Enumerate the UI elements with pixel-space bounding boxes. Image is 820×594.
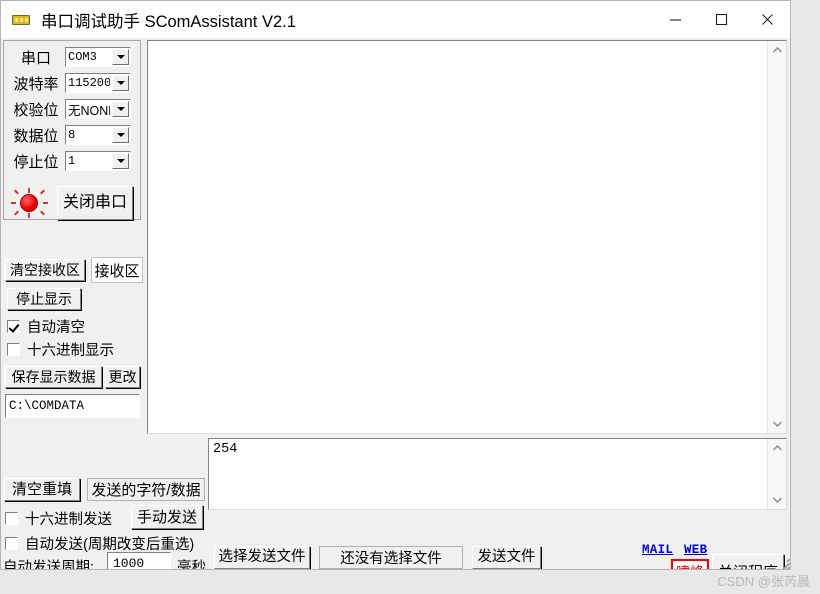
hex-send-label: 十六进制发送 (25, 512, 112, 528)
receive-textarea-content (148, 41, 766, 433)
window-title: 串口调试助手 SComAssistant V2.1 (41, 12, 296, 31)
setting-row-stopbits: 停止位 1 (7, 149, 137, 173)
stopbits-combo-value: 1 (68, 154, 76, 168)
hex-send-checkbox-row[interactable]: 十六进制发送 (5, 508, 112, 529)
clear-receive-button[interactable]: 清空接收区 (5, 259, 85, 281)
stop-display-button[interactable]: 停止显示 (7, 288, 81, 310)
port-combo-value: COM3 (68, 50, 97, 64)
databits-combo[interactable]: 8 (65, 125, 131, 145)
chevron-down-icon[interactable] (112, 49, 129, 65)
auto-clear-checkbox[interactable] (7, 320, 20, 333)
hex-send-checkbox[interactable] (5, 512, 18, 525)
chevron-down-icon[interactable] (112, 153, 129, 169)
parity-label: 校验位 (13, 101, 59, 119)
scroll-up-icon[interactable] (768, 41, 786, 59)
save-display-data-button[interactable]: 保存显示数据 (5, 366, 102, 388)
scroll-down-icon[interactable] (768, 491, 786, 509)
clear-refill-button[interactable]: 清空重填 (4, 478, 80, 501)
baudrate-label: 波特率 (13, 75, 59, 93)
send-chars-label: 发送的字符/数据 (87, 478, 205, 501)
window-controls (652, 1, 790, 38)
scroll-down-icon[interactable] (768, 415, 786, 433)
parity-combo[interactable]: 无NONE (65, 99, 131, 119)
port-combo[interactable]: COM3 (65, 47, 131, 67)
scom-assistant-window: 串口调试助手 SComAssistant V2.1 串口 COM3 波特率 11… (0, 0, 791, 570)
setting-row-port: 串口 COM3 (7, 45, 137, 69)
port-label: 串口 (20, 49, 51, 67)
open-close-port-button[interactable]: 关闭串口 (57, 186, 133, 220)
scroll-up-icon[interactable] (768, 439, 786, 457)
setting-row-databits: 数据位 8 (7, 123, 137, 147)
receive-scrollbar[interactable] (767, 41, 786, 433)
hex-display-checkbox-row[interactable]: 十六进制显示 (7, 339, 114, 360)
maximize-icon[interactable] (698, 1, 744, 38)
stopbits-label: 停止位 (13, 153, 59, 171)
parity-combo-value: 无NONE (68, 103, 110, 118)
status-bar: STATUS: COM3 OPENED, RX:0 TX:6 Counter R… (1, 538, 790, 569)
chevron-down-icon[interactable] (112, 75, 129, 91)
chevron-down-icon[interactable] (112, 101, 129, 117)
baudrate-combo[interactable]: 115200 (65, 73, 131, 93)
client-area: 串口 COM3 波特率 115200 校验位 无NONE (1, 38, 790, 569)
serial-port-connector-icon (12, 13, 30, 27)
auto-clear-label: 自动清空 (27, 320, 85, 336)
save-path-value: C:\COMDATA (9, 399, 85, 413)
receive-textarea[interactable] (147, 40, 787, 434)
connection-led-icon (11, 188, 49, 218)
minimize-icon[interactable] (652, 1, 698, 38)
save-path-input[interactable]: C:\COMDATA (5, 394, 140, 418)
chevron-down-icon[interactable] (112, 127, 129, 143)
auto-clear-checkbox-row[interactable]: 自动清空 (7, 316, 85, 337)
baudrate-combo-value: 115200 (68, 76, 110, 90)
hex-display-checkbox[interactable] (7, 343, 20, 356)
resize-grip[interactable] (776, 554, 790, 569)
manual-send-button[interactable]: 手动发送 (131, 505, 203, 529)
send-scrollbar[interactable] (767, 439, 786, 509)
receive-zone-label: 接收区 (91, 257, 143, 283)
watermark: CSDN @张芮晨 (717, 574, 810, 589)
hex-display-label: 十六进制显示 (27, 343, 114, 359)
setting-row-parity: 校验位 无NONE (7, 97, 137, 121)
databits-label: 数据位 (13, 127, 59, 145)
change-path-button[interactable]: 更改 (105, 366, 140, 388)
stopbits-combo[interactable]: 1 (65, 151, 131, 171)
send-textarea-content: 254 (213, 442, 238, 457)
title-bar: 串口调试助手 SComAssistant V2.1 (1, 1, 790, 38)
close-icon[interactable] (744, 1, 790, 38)
left-control-panel: 串口 COM3 波特率 115200 校验位 无NONE (3, 40, 143, 434)
databits-combo-value: 8 (68, 128, 76, 142)
setting-row-baudrate: 波特率 115200 (7, 71, 137, 95)
send-textarea[interactable]: 254 (208, 438, 787, 510)
